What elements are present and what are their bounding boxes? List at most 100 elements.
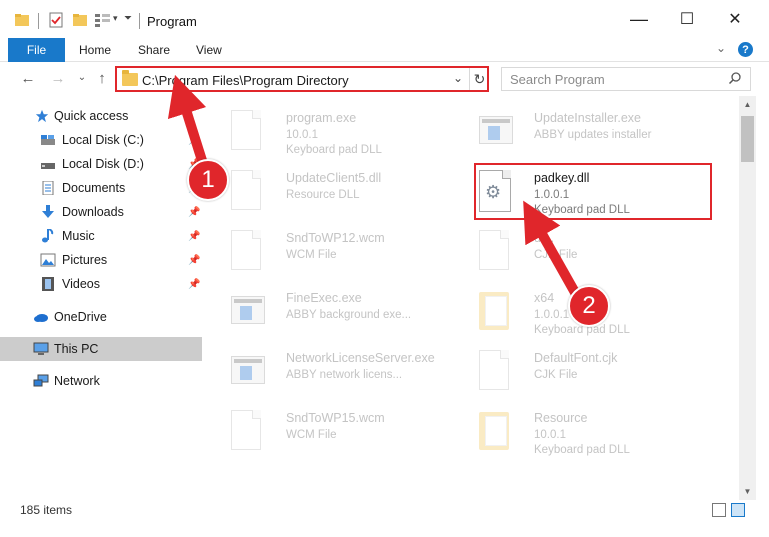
customize-toolbar-icon[interactable]: ⏷ (124, 13, 132, 24)
vertical-scrollbar[interactable]: ▲ ▼ (739, 96, 756, 500)
file-detail: Keyboard pad DLL (286, 144, 382, 156)
file-name: Resource (534, 411, 588, 425)
sidebar-item-quick-access[interactable]: Quick access (0, 104, 202, 128)
file-item[interactable]: program.exe 10.0.1 Keyboard pad DLL (206, 104, 446, 160)
refresh-icon[interactable]: ↻ (469, 68, 489, 90)
scroll-thumb[interactable] (741, 116, 754, 162)
search-placeholder: Search Program (510, 72, 605, 87)
forward-button[interactable]: → (48, 70, 68, 87)
sidebar-item-local-disk-d[interactable]: Local Disk (D:) 📌 (0, 152, 202, 176)
navigation-pane: Quick access Local Disk (C:) 📌 Local Dis… (0, 100, 205, 500)
status-bar: 185 items (0, 500, 769, 537)
pin-icon[interactable]: 📌 (188, 207, 200, 218)
file-item[interactable]: UpdateClient5.dll Resource DLL (206, 164, 446, 220)
view-options-icon[interactable] (94, 12, 112, 28)
sidebar-item-downloads[interactable]: Downloads 📌 (0, 200, 202, 224)
file-detail: 1.0.0.1 (534, 309, 570, 321)
file-name: UpdateClient5.dll (286, 171, 382, 185)
address-bar[interactable]: C:\Program Files\Program Directory ⌄ ↻ (115, 66, 489, 92)
sidebar-item-network[interactable]: Network (0, 369, 202, 393)
close-button[interactable]: ✕ (712, 0, 758, 38)
tab-file[interactable]: File (8, 38, 65, 62)
sidebar-item-local-disk-c[interactable]: Local Disk (C:) 📌 (0, 128, 202, 152)
details-view-icon[interactable] (712, 503, 726, 517)
file-detail: ABBY network licens... (286, 369, 403, 381)
sidebar-item-label: Pictures (62, 253, 108, 267)
sidebar-item-pictures[interactable]: Pictures 📌 (0, 248, 202, 272)
file-detail: ABBY background exe... (286, 309, 412, 321)
blank-file-icon (479, 350, 513, 392)
chevron-down-icon[interactable]: ▾ (113, 13, 118, 24)
file-item[interactable]: NetworkLicenseServer.exe ABBY network li… (206, 344, 446, 400)
sidebar-item-label: Videos (62, 277, 100, 291)
item-count: 185 items (20, 503, 73, 517)
toolbar-separator (38, 13, 39, 29)
file-detail: WCM File (286, 429, 337, 441)
downloads-icon (42, 205, 54, 218)
file-detail: Resource DLL (286, 189, 360, 201)
file-detail: 10.0.1 (286, 129, 318, 141)
sidebar-item-documents[interactable]: Documents 📌 (0, 176, 202, 200)
sidebar-item-videos[interactable]: Videos 📌 (0, 272, 202, 296)
chevron-down-icon[interactable]: ⌄ (453, 71, 463, 85)
file-item[interactable]: SndToWP12.wcm WCM File (206, 224, 446, 280)
folder-icon[interactable] (14, 12, 30, 28)
sidebar-item-onedrive[interactable]: OneDrive (0, 305, 202, 329)
file-detail: Keyboard pad DLL (534, 444, 630, 456)
pictures-icon (40, 253, 56, 267)
app-window-icon (231, 350, 265, 392)
file-name: NetworkLicenseServer.exe (286, 351, 435, 365)
tab-home[interactable]: Home (79, 38, 111, 62)
search-icon[interactable] (728, 71, 742, 85)
back-button[interactable]: ← (18, 70, 38, 87)
sidebar-item-label: Network (54, 374, 100, 388)
highlight-box (474, 163, 712, 220)
star-icon (35, 109, 49, 123)
sidebar-item-this-pc[interactable]: This PC (0, 337, 202, 361)
pin-icon[interactable]: 📌 (188, 135, 200, 146)
recent-locations-button[interactable]: ⌄ (72, 72, 92, 83)
file-detail: ABBY updates installer (534, 129, 652, 141)
file-item[interactable]: UpdateInstaller.exe ABBY updates install… (454, 104, 694, 160)
toolbar-separator (139, 13, 140, 29)
file-detail: 10.0.1 (534, 429, 566, 441)
maximize-button[interactable]: ☐ (664, 0, 710, 38)
tab-view[interactable]: View (196, 38, 222, 62)
sidebar-item-music[interactable]: Music 📌 (0, 224, 202, 248)
window-title: Program (147, 14, 197, 29)
tiles-view-icon[interactable] (731, 503, 745, 517)
search-input[interactable]: Search Program (501, 67, 751, 91)
file-item[interactable]: DefaultFont.cjk CJK File (454, 344, 694, 400)
videos-icon (42, 277, 54, 291)
dll-file-icon (231, 170, 265, 212)
sidebar-item-label: Downloads (62, 205, 124, 219)
new-folder-icon[interactable] (72, 12, 88, 28)
tab-share[interactable]: Share (138, 38, 170, 62)
pin-icon[interactable]: 📌 (188, 255, 200, 266)
sidebar-item-label: This PC (54, 342, 99, 356)
sidebar-item-label: Local Disk (C:) (62, 133, 144, 147)
file-item[interactable]: SndToWP15.wcm WCM File (206, 404, 446, 460)
help-icon[interactable]: ? (738, 42, 753, 57)
file-detail: WCM File (286, 249, 337, 261)
file-item[interactable]: Resource 10.0.1 Keyboard pad DLL (454, 404, 694, 460)
pin-icon[interactable]: 📌 (188, 231, 200, 242)
minimize-button[interactable]: — (616, 0, 662, 38)
documents-icon (42, 181, 54, 195)
pin-icon[interactable]: 📌 (188, 279, 200, 290)
file-item[interactable]: FineExec.exe ABBY background exe... (206, 284, 446, 340)
folder-file-icon (479, 290, 513, 332)
sidebar-item-label: OneDrive (54, 310, 107, 324)
properties-icon[interactable] (48, 12, 64, 28)
scroll-up-icon[interactable]: ▲ (739, 96, 756, 113)
computer-icon (33, 342, 49, 355)
scroll-down-icon[interactable]: ▼ (739, 483, 756, 500)
file-item[interactable]: dl... CJK File (454, 224, 694, 280)
address-path[interactable]: C:\Program Files\Program Directory (142, 73, 349, 88)
app-window-icon (479, 110, 513, 152)
file-detail: CJK File (534, 249, 578, 261)
app-window-icon (231, 290, 265, 332)
expand-ribbon-icon[interactable]: ⌄ (716, 41, 726, 55)
folder-icon (122, 70, 138, 86)
up-button[interactable]: ↑ (92, 70, 112, 87)
